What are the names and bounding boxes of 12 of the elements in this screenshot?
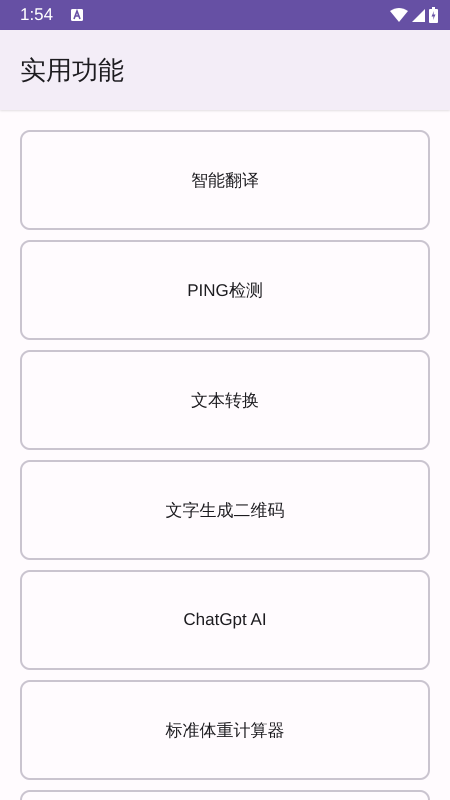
status-time: 1:54 <box>20 5 54 25</box>
wifi-icon <box>390 8 408 22</box>
feature-button[interactable]: 标准体重计算器 <box>20 680 430 780</box>
feature-button[interactable]: 文字生成二维码 <box>20 460 430 560</box>
page-title: 实用功能 <box>20 54 124 86</box>
feature-button[interactable]: PING检测 <box>20 240 430 340</box>
feature-button[interactable]: 智能翻译 <box>20 130 430 230</box>
signal-icon <box>412 8 425 22</box>
feature-button[interactable]: ChatGpt AI <box>20 570 430 670</box>
battery-icon <box>429 7 438 23</box>
notification-icon <box>71 9 84 21</box>
feature-button[interactable]: 文本转换 <box>20 350 430 450</box>
